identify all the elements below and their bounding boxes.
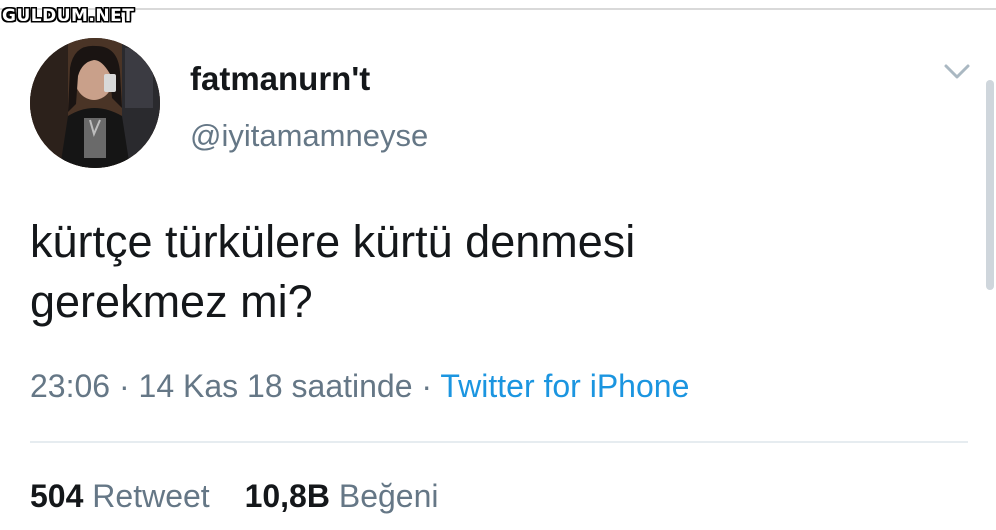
watermark: GULDUM.NET [2,6,135,26]
retweet-label: Retweet [92,478,210,514]
tweet-stats: 504 Retweet 10,8B Beğeni [30,478,438,515]
top-divider [0,8,996,10]
meta-separator: · [118,368,130,404]
tweet-text-line-1: kürtçe türkülere kürtü denmesi [30,216,636,267]
divider [30,441,968,443]
avatar-photo [30,38,160,168]
tweet-date[interactable]: 14 Kas 18 saatinde [139,368,413,404]
meta-separator-2: · [421,368,433,404]
tweet-text-line-2: gerekmez mi? [30,276,313,327]
tweet-time[interactable]: 23:06 [30,368,110,404]
username-handle[interactable]: @iyitamamneyse [190,118,428,154]
scrollbar[interactable] [986,80,994,290]
tweet-text: kürtçe türkülere kürtü denmesi gerekmez … [30,212,960,332]
chevron-down-icon[interactable] [942,60,972,84]
tweet-source-link[interactable]: Twitter for iPhone [440,368,689,404]
retweet-count: 504 [30,478,84,514]
like-count: 10,8B [244,478,330,514]
likes-stat[interactable]: 10,8B Beğeni [245,478,439,515]
like-label: Beğeni [338,478,439,514]
display-name[interactable]: fatmanurn't [190,60,370,98]
avatar[interactable] [30,38,160,168]
tweet-meta: 23:06 · 14 Kas 18 saatinde · Twitter for… [30,368,689,405]
retweets-stat[interactable]: 504 Retweet [30,478,210,515]
